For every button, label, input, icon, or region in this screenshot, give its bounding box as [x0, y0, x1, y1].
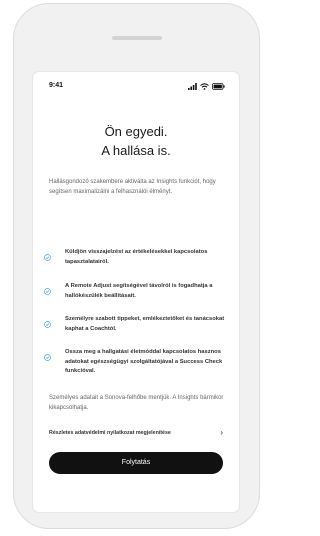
check-circle-icon [44, 254, 51, 261]
wifi-icon [200, 82, 209, 90]
privacy-link-label: Részletes adatvédelmi nyilatkozat megjel… [49, 430, 171, 436]
device-frame: 9:41 Ön egyedi. A hallása is. Hallásgond… [0, 0, 273, 536]
battery-icon [212, 82, 225, 90]
feature-text: Küldjön visszajelzést az értékelésekkel … [65, 249, 208, 265]
status-time: 9:41 [49, 82, 64, 89]
signal-icon [188, 82, 197, 90]
continue-button[interactable]: Folytatás [49, 452, 223, 474]
check-circle-icon [44, 354, 51, 361]
phone-speaker [112, 36, 162, 40]
intro-text: Hallásgondozó szakembere aktiválta az In… [49, 179, 216, 195]
chevron-right-icon: › [220, 428, 223, 437]
feature-text: Személyre szabott tippeket, emlékeztetők… [65, 316, 225, 332]
page-title-line-1: Ön egyedi. [104, 124, 168, 139]
check-circle-icon [44, 321, 51, 328]
check-circle-icon [44, 288, 51, 295]
feature-text: A Remote Adjust segítségével távolról is… [65, 283, 213, 299]
data-storage-note: Személyes adatait a Sonova-felhőbe mentj… [49, 395, 224, 411]
privacy-statement-link[interactable]: Részletes adatvédelmi nyilatkozat megjel… [49, 426, 229, 440]
feature-text: Ossza meg a hallgatási életmóddal kapcso… [65, 349, 223, 374]
page-title-line-2: A hallása is. [101, 143, 171, 158]
status-icons [185, 82, 225, 90]
status-bar: 9:41 [33, 72, 239, 100]
app-screen: 9:41 Ön egyedi. A hallása is. Hallásgond… [33, 72, 239, 512]
